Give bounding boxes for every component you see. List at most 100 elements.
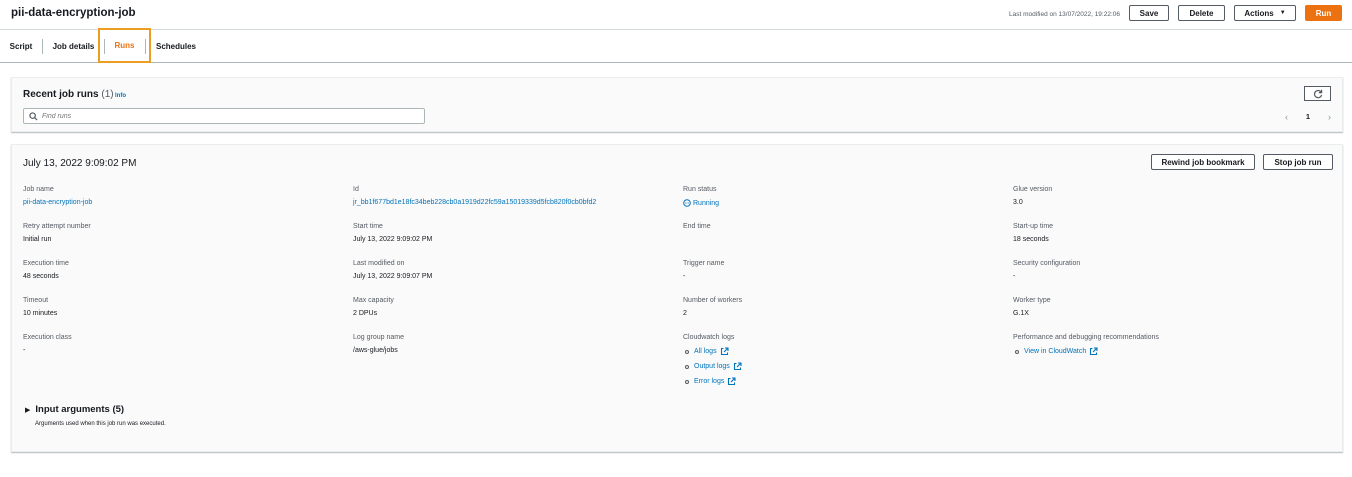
error-logs-link[interactable]: Error logs	[685, 374, 742, 389]
page-title: pii-data-encryption-job	[11, 7, 136, 19]
field-label: Job name	[23, 186, 54, 193]
actions-dropdown-button[interactable]: Actions ▼	[1234, 5, 1296, 21]
field-last-modified-on: Last modified on July 13, 2022 9:09:07 P…	[353, 260, 432, 280]
field-value: -	[683, 273, 686, 280]
caret-right-icon: ▶	[25, 406, 31, 414]
field-label: Max capacity	[353, 297, 394, 304]
page-number[interactable]: 1	[1306, 112, 1310, 121]
chevron-right-icon[interactable]: ›	[1328, 112, 1331, 122]
field-startup-time: Start-up time 18 seconds	[1013, 223, 1053, 243]
field-security-configuration: Security configuration -	[1013, 260, 1080, 280]
field-value: /aws-glue/jobs	[353, 347, 398, 354]
rewind-bookmark-button[interactable]: Rewind job bookmark	[1151, 154, 1255, 170]
field-value: -	[23, 347, 26, 354]
field-performance-recommendations: Performance and debugging recommendation…	[1013, 334, 1159, 359]
field-value: 2 DPUs	[353, 310, 378, 317]
input-arguments-title: Input arguments (5)	[35, 404, 125, 415]
tab-runs[interactable]: Runs	[98, 28, 151, 63]
field-worker-type: Worker type G.1X	[1013, 297, 1051, 317]
field-label: Log group name	[353, 334, 404, 341]
run-status-text: Running	[693, 199, 720, 207]
pagination: ‹ 1 ›	[1285, 111, 1331, 122]
field-label: Run status	[683, 186, 717, 193]
field-label: Id	[353, 186, 359, 193]
run-button[interactable]: Run	[1305, 5, 1342, 21]
field-value: 3.0	[1013, 199, 1023, 206]
input-arguments-description: Arguments used when this job run was exe…	[35, 421, 166, 427]
field-execution-class: Execution class -	[23, 334, 72, 354]
recent-runs-title-text: Recent job runs	[23, 89, 99, 100]
run-status-value: Running	[683, 199, 719, 207]
field-glue-version: Glue version 3.0	[1013, 186, 1052, 206]
field-value: G.1X	[1013, 310, 1029, 317]
all-logs-link[interactable]: All logs	[685, 344, 742, 359]
field-value: July 13, 2022 9:09:07 PM	[353, 273, 433, 280]
run-detail-panel: July 13, 2022 9:09:02 PM Rewind job book…	[11, 144, 1343, 452]
field-number-of-workers: Number of workers 2	[683, 297, 742, 317]
recent-runs-title: Recent job runs (1)	[23, 89, 114, 100]
external-link-icon	[728, 377, 736, 386]
in-progress-icon	[683, 199, 691, 207]
view-in-cloudwatch-link[interactable]: View in CloudWatch	[1015, 344, 1159, 359]
tab-script[interactable]: Script	[0, 30, 42, 62]
field-label: Security configuration	[1013, 260, 1081, 267]
stop-job-run-button[interactable]: Stop job run	[1263, 154, 1333, 170]
field-label: Worker type	[1013, 297, 1051, 304]
field-label: Trigger name	[683, 260, 725, 267]
job-name-link[interactable]: pii-data-encryption-job	[23, 199, 92, 206]
field-value: 48 seconds	[23, 273, 59, 280]
external-link-icon	[1090, 347, 1098, 356]
run-date-title: July 13, 2022 9:09:02 PM	[23, 158, 137, 169]
recent-runs-count: (1)	[101, 89, 114, 100]
field-log-group-name: Log group name /aws-glue/jobs	[353, 334, 404, 354]
field-label: Retry attempt number	[23, 223, 91, 230]
field-label: Start time	[353, 223, 383, 230]
input-arguments-toggle[interactable]: ▶ Input arguments (5)	[25, 404, 124, 415]
field-value: 18 seconds	[1013, 236, 1049, 243]
search-icon	[29, 112, 38, 121]
performance-links: View in CloudWatch	[1013, 344, 1159, 359]
page-header: pii-data-encryption-job Last modified on…	[0, 0, 1352, 30]
link-text: View in CloudWatch	[1024, 348, 1087, 355]
bullet-icon	[685, 364, 689, 369]
field-execution-time: Execution time 48 seconds	[23, 260, 69, 280]
field-start-time: Start time July 13, 2022 9:09:02 PM	[353, 223, 432, 243]
field-label: End time	[683, 223, 711, 230]
field-label: Cloudwatch logs	[683, 334, 735, 341]
field-label: Number of workers	[683, 297, 743, 304]
refresh-button[interactable]	[1304, 86, 1331, 101]
cloudwatch-log-links: All logs Output logs Error logs	[683, 344, 742, 389]
field-run-status: Run status Running	[683, 186, 719, 207]
external-link-icon	[720, 347, 729, 356]
field-cloudwatch-logs: Cloudwatch logs All logs Output logs Err…	[683, 334, 742, 389]
field-id: Id jr_bb1f677bd1e18fc34beb228cb0a1919d22…	[353, 186, 596, 206]
recent-runs-panel: Recent job runs (1) Info ‹ 1 ›	[11, 77, 1343, 132]
bullet-icon	[685, 349, 689, 354]
output-logs-link[interactable]: Output logs	[685, 359, 742, 374]
field-label: Last modified on	[353, 260, 405, 267]
last-modified-text: Last modified on 13/07/2022, 19:22:06	[1009, 11, 1120, 18]
field-value: Initial run	[23, 236, 52, 243]
delete-button[interactable]: Delete	[1178, 5, 1225, 21]
tab-schedules[interactable]: Schedules	[151, 30, 201, 62]
field-value: July 13, 2022 9:09:02 PM	[353, 236, 433, 243]
info-link[interactable]: Info	[115, 93, 126, 99]
link-text: All logs	[694, 348, 717, 355]
link-text: Output logs	[694, 363, 730, 370]
field-label: Execution time	[23, 260, 69, 267]
chevron-left-icon[interactable]: ‹	[1285, 112, 1288, 122]
field-value: 10 minutes	[23, 310, 58, 317]
field-label: Start-up time	[1013, 223, 1054, 230]
field-end-time: End time	[683, 223, 711, 236]
tab-bar: Script Job details Runs Schedules	[0, 28, 1352, 63]
field-label: Execution class	[23, 334, 72, 341]
external-link-icon	[733, 362, 742, 371]
save-button[interactable]: Save	[1129, 5, 1169, 21]
bullet-icon	[685, 379, 689, 384]
tab-job-details[interactable]: Job details	[42, 30, 105, 62]
field-value: -	[1013, 273, 1016, 280]
search-input[interactable]	[42, 110, 417, 122]
field-label: Performance and debugging recommendation…	[1013, 334, 1159, 341]
run-id-link[interactable]: jr_bb1f677bd1e18fc34beb228cb0a1919d22fc5…	[353, 199, 596, 206]
actions-label: Actions	[1244, 8, 1274, 18]
